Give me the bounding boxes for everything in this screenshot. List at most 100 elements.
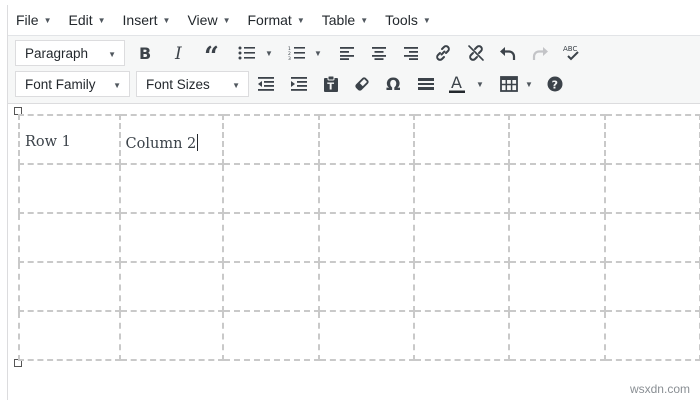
special-character-icon: Ω [386,75,400,93]
undo-button[interactable] [495,40,521,66]
table-cell[interactable] [603,212,700,263]
table-cell[interactable] [222,163,320,214]
menu-insert[interactable]: Insert ▼ [123,12,171,28]
horizontal-line-button[interactable] [413,71,439,97]
table-cell[interactable] [508,212,606,263]
table-cell[interactable] [18,310,121,361]
text-color-button[interactable]: A [444,71,470,97]
table-cell[interactable] [412,114,511,165]
numbered-list-dropdown-icon[interactable]: ▼ [314,49,322,58]
table-cell[interactable] [317,114,415,165]
menu-table[interactable]: Table ▼ [322,12,368,28]
menu-format[interactable]: Format ▼ [247,12,304,28]
table-cell-text: Column 2 [125,136,197,152]
table-cell[interactable] [508,310,606,361]
table-cell[interactable] [603,114,700,165]
indent-button[interactable] [286,71,312,97]
table-cell[interactable] [18,163,121,214]
table-cell[interactable] [222,114,320,165]
table-cell[interactable] [18,212,121,263]
chevron-down-icon: ▼ [108,50,116,59]
unlink-button[interactable] [463,40,489,66]
table-row [18,310,700,361]
table-cell[interactable] [412,163,511,214]
table-cell[interactable] [317,163,415,214]
blockquote-button[interactable]: “ [200,40,226,66]
italic-icon: I [174,45,182,61]
link-button[interactable] [430,40,456,66]
align-right-icon [404,47,418,60]
table-row: Row 1 Column 2 [18,114,700,165]
table-cell[interactable] [118,261,225,312]
table-cell[interactable] [118,163,225,214]
text-color-dropdown-icon[interactable]: ▼ [476,80,484,89]
paragraph-select[interactable]: Paragraph ▼ [15,40,125,66]
numbered-list-button[interactable]: 123 [284,40,310,66]
table-cell[interactable] [118,310,225,361]
chevron-down-icon: ▼ [360,15,369,25]
table-cell[interactable] [412,212,511,263]
menu-insert-label: Insert [122,12,158,28]
table-row [18,163,700,214]
table-cell[interactable] [412,310,511,361]
unlink-icon [468,45,484,61]
font-family-select[interactable]: Font Family ▼ [15,71,130,97]
paste-text-icon: T [324,75,338,93]
italic-button[interactable]: I [167,40,193,66]
menu-file[interactable]: File ▼ [16,12,51,28]
editor-content[interactable]: Row 1 Column 2 [8,105,700,400]
font-family-select-value: Font Family [25,76,96,92]
chevron-down-icon: ▼ [162,15,171,25]
spellcheck-icon: ABC [563,45,579,61]
special-character-button[interactable]: Ω [381,71,407,97]
table-cell[interactable] [222,212,320,263]
table-cell[interactable] [508,163,606,214]
table-cell[interactable] [317,212,415,263]
menu-view[interactable]: View ▼ [187,12,230,28]
table-button[interactable] [496,71,522,97]
menu-edit[interactable]: Edit ▼ [68,12,105,28]
svg-text:T: T [327,82,334,93]
table-cell[interactable] [222,261,320,312]
bullet-list-dropdown-icon[interactable]: ▼ [265,49,273,58]
table-cell[interactable] [603,163,700,214]
clear-formatting-button[interactable] [349,71,375,97]
table-cell[interactable] [18,261,121,312]
table-cell[interactable] [508,261,606,312]
align-center-button[interactable] [366,40,392,66]
align-left-button[interactable] [334,40,360,66]
help-button[interactable]: ? [542,71,568,97]
chevron-down-icon: ▼ [232,81,240,90]
table-cell[interactable] [603,310,700,361]
bold-button[interactable]: B [132,40,158,66]
font-sizes-select[interactable]: Font Sizes ▼ [136,71,249,97]
table-cell[interactable] [118,212,225,263]
table-cell[interactable]: Column 2 [118,114,225,165]
bullet-list-button[interactable] [234,40,260,66]
redo-icon [532,47,548,60]
table-cell[interactable]: Row 1 [18,114,121,165]
table-cell[interactable] [508,114,606,165]
menu-view-label: View [187,12,218,28]
redo-button[interactable] [527,40,553,66]
align-right-button[interactable] [398,40,424,66]
chevron-down-icon: ▼ [422,15,431,25]
table-cell[interactable] [603,261,700,312]
table-cell[interactable] [317,310,415,361]
outdent-button[interactable] [253,71,279,97]
table-cell[interactable] [222,310,320,361]
table-cell[interactable] [317,261,415,312]
paste-text-button[interactable]: T [318,71,344,97]
menu-file-label: File [16,12,39,28]
spellcheck-button[interactable]: ABC [559,40,585,66]
table-dropdown-icon[interactable]: ▼ [525,80,533,89]
chevron-down-icon: ▼ [97,15,106,25]
link-icon [436,45,450,61]
horizontal-line-icon [418,78,434,90]
font-sizes-select-value: Font Sizes [146,76,210,92]
table-cell[interactable] [412,261,511,312]
editor: File ▼ Edit ▼ Insert ▼ View ▼ Format ▼ Table ▼… [7,5,700,400]
toolbar-row-2: Font Family ▼ Font Sizes ▼ T Ω A ▼ ▼ ? [8,69,700,99]
menu-tools[interactable]: Tools ▼ [385,12,431,28]
content-table[interactable]: Row 1 Column 2 [18,114,700,361]
